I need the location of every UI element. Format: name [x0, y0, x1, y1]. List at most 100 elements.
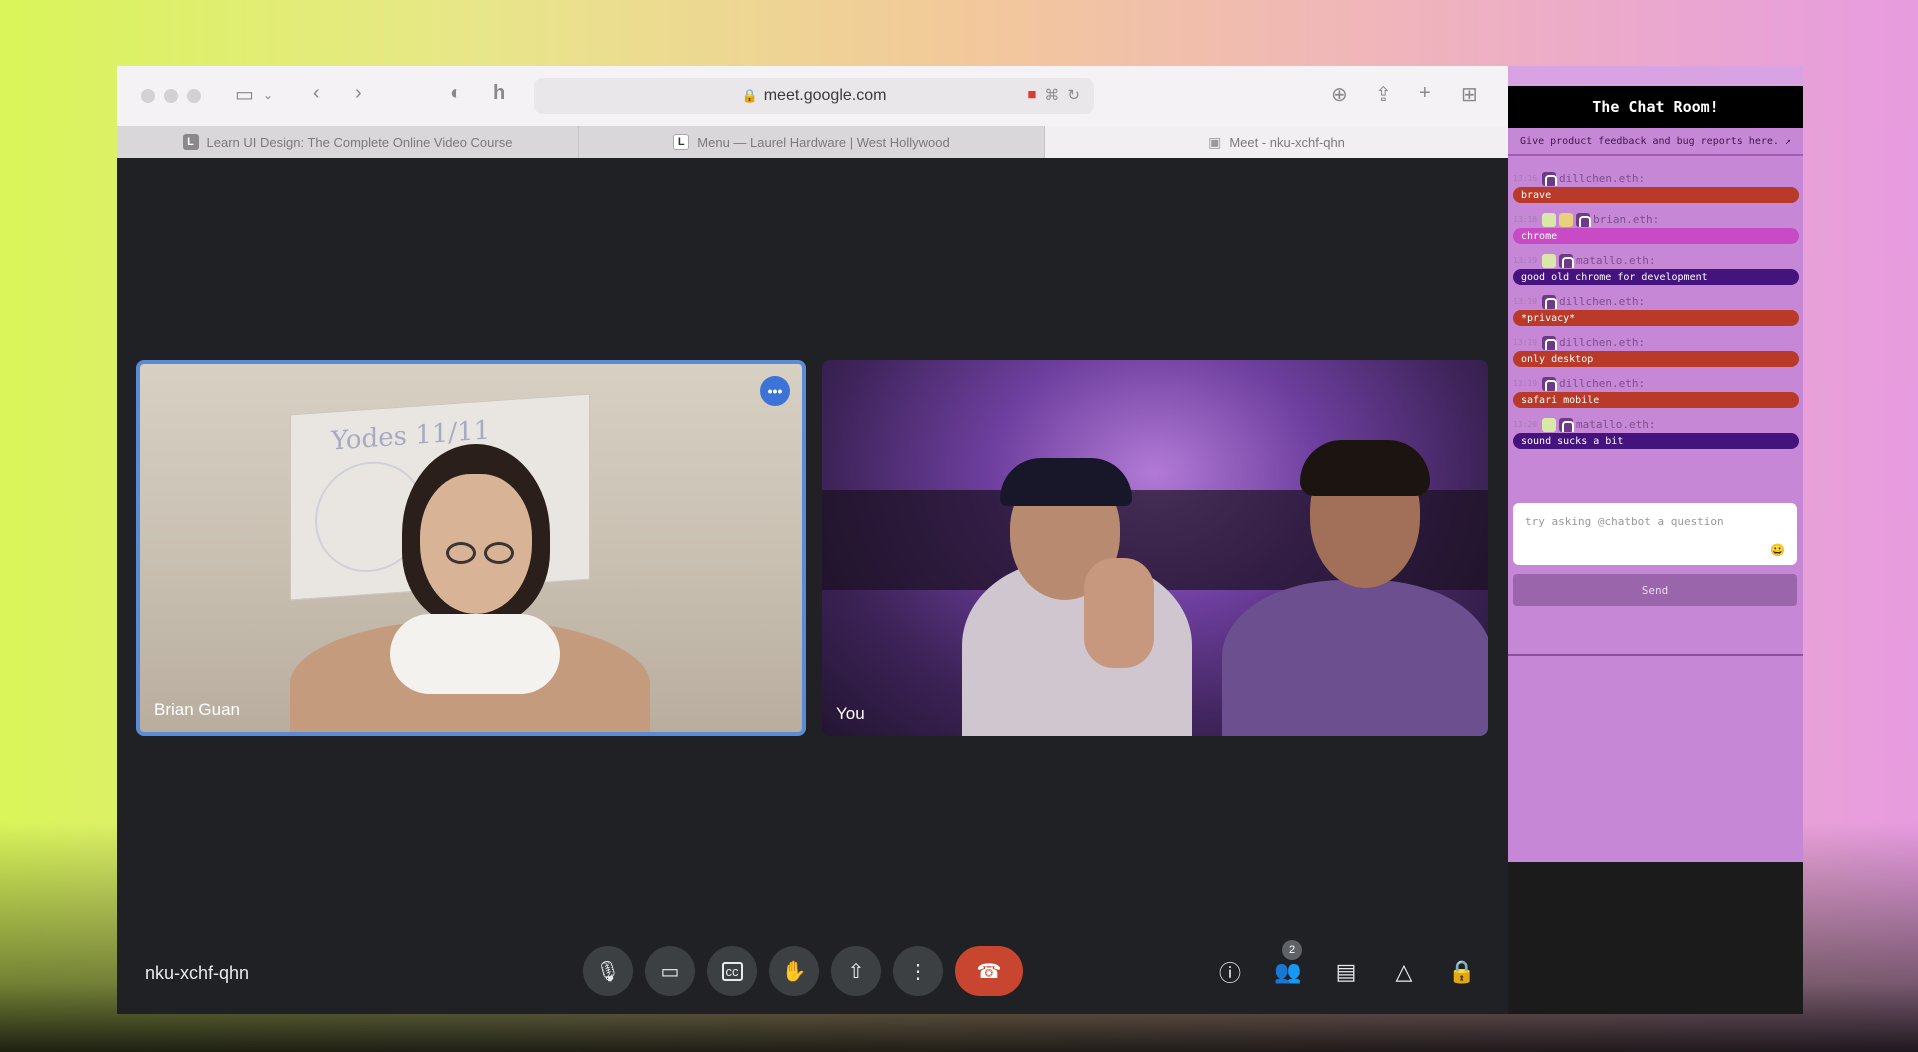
host-controls-button[interactable]: 🔒 — [1444, 954, 1480, 990]
message-user: dillchen.eth: — [1559, 377, 1646, 390]
tab-meet[interactable]: ▣ Meet - nku-xchf-qhn — [1045, 126, 1508, 158]
avatar — [1542, 417, 1556, 432]
microphone-icon: 🎙 — [595, 960, 621, 983]
send-button[interactable]: Send — [1513, 574, 1797, 606]
downloads-icon[interactable]: ⊕ — [1331, 82, 1348, 107]
chat-button[interactable]: ▤ — [1328, 954, 1364, 990]
new-tab-icon[interactable]: + — [1419, 82, 1431, 105]
tab-overview-icon[interactable]: ⊞ — [1461, 82, 1478, 107]
chat-message: 13:19 dillchen.eth: only desktop — [1513, 334, 1799, 367]
hand-shape — [1084, 558, 1154, 668]
share-icon[interactable]: ⇪ — [1375, 82, 1392, 107]
participant-name: Brian Guan — [154, 700, 240, 719]
glasses-right — [484, 542, 514, 564]
tab-learn-ui-design[interactable]: L Learn UI Design: The Complete Online V… — [117, 126, 579, 158]
chat-title: The Chat Room! — [1508, 86, 1803, 128]
participant-tile-brian[interactable]: Yodes 11/11 ••• Brian Guan — [136, 360, 806, 736]
participant-name: You — [836, 704, 865, 723]
lock-person-icon: 🔒 — [1448, 959, 1476, 984]
address-bar[interactable]: 🔒 meet.google.com ■ ⌘ ↻ — [534, 78, 1094, 114]
message-bubble: chrome — [1513, 228, 1799, 244]
extension-icon[interactable]: h — [493, 82, 505, 105]
message-time: 13:20 — [1513, 420, 1538, 429]
message-time: 13:16 — [1513, 174, 1538, 183]
feedback-link[interactable]: Give product feedback and bug reports he… — [1508, 136, 1803, 156]
shirt-2-shape — [1222, 580, 1488, 736]
tab-label: Meet - nku-xchf-qhn — [1229, 134, 1345, 150]
activities-button[interactable]: △ — [1386, 954, 1422, 990]
participant-tile-you[interactable]: You — [822, 360, 1488, 736]
avatar — [1542, 253, 1556, 268]
avatar — [1542, 335, 1557, 350]
privacy-shield-icon[interactable]: ◐ — [450, 82, 462, 105]
message-user: dillchen.eth: — [1559, 336, 1646, 349]
avatar — [1542, 171, 1557, 186]
face-shape — [420, 474, 532, 614]
call-controls: 🎙 ▭ cc ✋ ⇧ ⋮ ☎ — [583, 946, 1023, 996]
chat-message: 13:19 dillchen.eth: *privacy* — [1513, 293, 1799, 326]
meet-stage: Yodes 11/11 ••• Brian Guan You nku-xchf-… — [117, 158, 1508, 1014]
avatar — [1542, 212, 1556, 227]
message-bubble: safari mobile — [1513, 392, 1799, 408]
chat-message: 13:19 dillchen.eth: safari mobile — [1513, 375, 1799, 408]
chat-message: 13:20 matallo.eth: sound sucks a bit — [1513, 416, 1799, 449]
meeting-code: nku-xchf-qhn — [145, 963, 250, 983]
info-icon: ⓘ — [1218, 961, 1241, 986]
chevron-down-icon[interactable]: ⌄ — [263, 88, 273, 102]
close-window-button[interactable] — [141, 89, 155, 103]
lock-icon: 🔒 — [741, 88, 758, 103]
tab-laurel-hardware[interactable]: L Menu — Laurel Hardware | West Hollywoo… — [579, 126, 1045, 158]
url-text: meet.google.com — [763, 87, 887, 104]
message-bubble: only desktop — [1513, 351, 1799, 367]
message-bubble: sound sucks a bit — [1513, 433, 1799, 449]
captions-button[interactable]: cc — [707, 946, 757, 996]
raise-hand-button[interactable]: ✋ — [769, 946, 819, 996]
avatar — [1542, 294, 1557, 309]
emoji-icon[interactable]: 😀 — [1770, 543, 1785, 557]
hair-2-shape — [1300, 440, 1430, 496]
zoom-window-button[interactable] — [187, 89, 201, 103]
cap-shape — [1000, 458, 1132, 506]
end-call-button[interactable]: ☎ — [955, 946, 1023, 996]
back-icon[interactable]: ‹ — [313, 82, 320, 105]
message-user: dillchen.eth: — [1559, 295, 1646, 308]
more-options-button[interactable]: ⋮ — [893, 946, 943, 996]
phone-hangup-icon: ☎ — [976, 960, 1002, 983]
chat-footer-area — [1508, 862, 1803, 1014]
camera-in-use-icon[interactable]: ■ — [1027, 86, 1036, 104]
camera-button[interactable]: ▭ — [645, 946, 695, 996]
avatar — [1559, 417, 1574, 432]
message-time: 13:19 — [1513, 297, 1538, 306]
minimize-window-button[interactable] — [164, 89, 178, 103]
tab-label: Menu — Laurel Hardware | West Hollywood — [697, 134, 950, 150]
sidebar-icon[interactable]: ▭ — [235, 82, 254, 107]
chat-top-strip — [1508, 66, 1803, 86]
translate-icon[interactable]: ⌘ — [1044, 86, 1059, 104]
activities-icon: △ — [1395, 959, 1413, 984]
people-button[interactable]: 👥 2 — [1270, 940, 1306, 990]
browser-window: ▭ ⌄ ‹ › ◐ h 🔒 meet.google.com ■ ⌘ ↻ ⊕ ⇪ … — [117, 66, 1508, 1014]
message-user: dillchen.eth: — [1559, 172, 1646, 185]
window-controls — [141, 89, 201, 103]
avatar — [1576, 212, 1591, 227]
present-icon: ⇧ — [847, 960, 865, 983]
chat-input[interactable]: try asking @chatbot a question 😀 — [1513, 503, 1797, 565]
tab-favicon: L — [182, 134, 199, 150]
present-button[interactable]: ⇧ — [831, 946, 881, 996]
message-time: 13:19 — [1513, 256, 1538, 265]
message-user: matallo.eth: — [1576, 418, 1656, 431]
chat-message: 13:18 brian.eth: chrome — [1513, 211, 1799, 244]
message-user: matallo.eth: — [1576, 254, 1656, 267]
collar-shape — [390, 614, 560, 694]
more-options-button[interactable]: ••• — [760, 376, 790, 406]
forward-icon[interactable]: › — [355, 82, 362, 105]
message-time: 13:19 — [1513, 379, 1538, 388]
more-vert-icon: ⋮ — [908, 960, 928, 983]
microphone-button[interactable]: 🎙 — [583, 946, 633, 996]
meeting-details-button[interactable]: ⓘ — [1212, 954, 1248, 990]
reload-icon[interactable]: ↻ — [1067, 86, 1080, 104]
message-time: 13:19 — [1513, 338, 1538, 347]
avatar — [1559, 212, 1573, 227]
chat-message: 13:16 dillchen.eth: brave — [1513, 170, 1799, 203]
chat-message-list: 13:16 dillchen.eth: brave 13:18 brian.eth:… — [1513, 170, 1799, 457]
